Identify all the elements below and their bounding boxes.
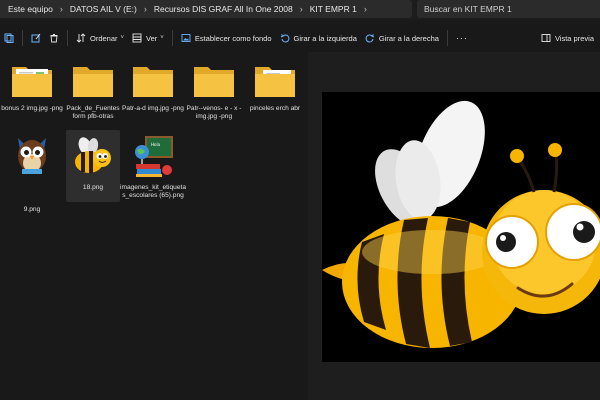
rotate-right-button[interactable]: Girar a la derecha [361,27,443,49]
sort-button[interactable]: Ordenar ˅ [72,27,128,49]
preview-label: Vista previa [554,33,594,43]
set-background-label: Establecer como fondo [194,33,272,43]
breadcrumb-kit-empr[interactable]: KIT EMPR 1 [308,4,359,14]
rotate-left-label: Girar a la izquierda [293,33,357,43]
chevron-right-icon: › [363,4,367,14]
school-image-icon: Hola [135,136,173,177]
svg-text:Hola: Hola [151,142,161,147]
rotate-left-icon [280,34,289,43]
rotate-right-label: Girar a la derecha [378,33,439,43]
view-label: Ver [146,33,158,43]
more-icon: ··· [455,33,468,43]
chevron-down-icon: ˅ [120,35,125,41]
chevron-down-icon: ˅ [160,35,164,41]
address-bar: Este equipo › DATOS AIL V (E:) › Recurso… [0,0,600,20]
chevron-right-icon: › [299,4,303,14]
folder-icon [133,67,173,97]
bee-image-icon [75,137,111,173]
breadcrumb[interactable]: Este equipo › DATOS AIL V (E:) › Recurso… [0,0,412,18]
delete-button[interactable] [45,27,63,49]
owl-image-icon [18,138,46,174]
preview-pane [308,52,600,400]
toolbar-divider [22,30,23,46]
view-icon [132,33,142,43]
sort-icon [76,33,86,43]
chevron-right-icon: › [143,4,147,14]
rename-button[interactable] [27,27,45,49]
preview-pane-icon [541,34,551,42]
preview-pane-button[interactable]: Vista previa [537,27,600,49]
more-options-button[interactable]: ··· [452,27,472,49]
breadcrumb-este-equipo[interactable]: Este equipo [6,4,55,14]
bee-illustration [322,100,600,348]
breadcrumb-recursos[interactable]: Recursos DIS GRAF All In One 2008 [152,4,295,14]
copy-path-button[interactable] [0,27,18,49]
search-placeholder: Buscar en KIT EMPR 1 [424,4,512,14]
search-input[interactable]: Buscar en KIT EMPR 1 [417,0,600,18]
set-background-button[interactable]: Establecer como fondo [177,27,276,49]
view-button[interactable]: Ver ˅ [128,27,168,49]
file-name: 9.png [23,206,41,213]
file-list: bonus 2 img.jpg -png Pack_de_Fuentes for… [0,52,308,400]
trash-icon [50,34,58,43]
sort-label: Ordenar [90,33,118,43]
rotate-right-icon [365,34,375,43]
file-name: bonus 2 img.jpg -png [1,105,63,112]
chevron-right-icon: › [59,4,63,14]
file-name: Pack_de_Fuentes form pfb-otras [66,105,120,120]
wallpaper-icon [181,34,191,42]
folder-icon [12,67,52,97]
toolbar-divider [446,30,448,46]
file-name: Patr-a-d img.jpg -png [122,105,184,112]
file-name: pinceles erch abr [249,105,301,112]
toolbar-divider [171,30,173,46]
file-name: imagenes_kit_etiquetas_escolares (65).pn… [120,184,186,199]
folder-icon [255,67,295,97]
folder-icon [194,67,234,97]
file-name: Patr--venos- e - x - img.jpg -png [186,105,242,120]
file-name: 18.png [82,184,104,191]
breadcrumb-datos-drive[interactable]: DATOS AIL V (E:) [68,4,139,14]
command-bar: Ordenar ˅ Ver ˅ Establecer como fondo Gi… [0,24,600,52]
copy-icon [4,33,14,43]
preview-image [322,92,600,362]
rename-icon [31,33,41,43]
folder-icon [73,67,113,97]
rotate-left-button[interactable]: Girar a la izquierda [276,27,361,49]
toolbar-divider [67,30,68,46]
